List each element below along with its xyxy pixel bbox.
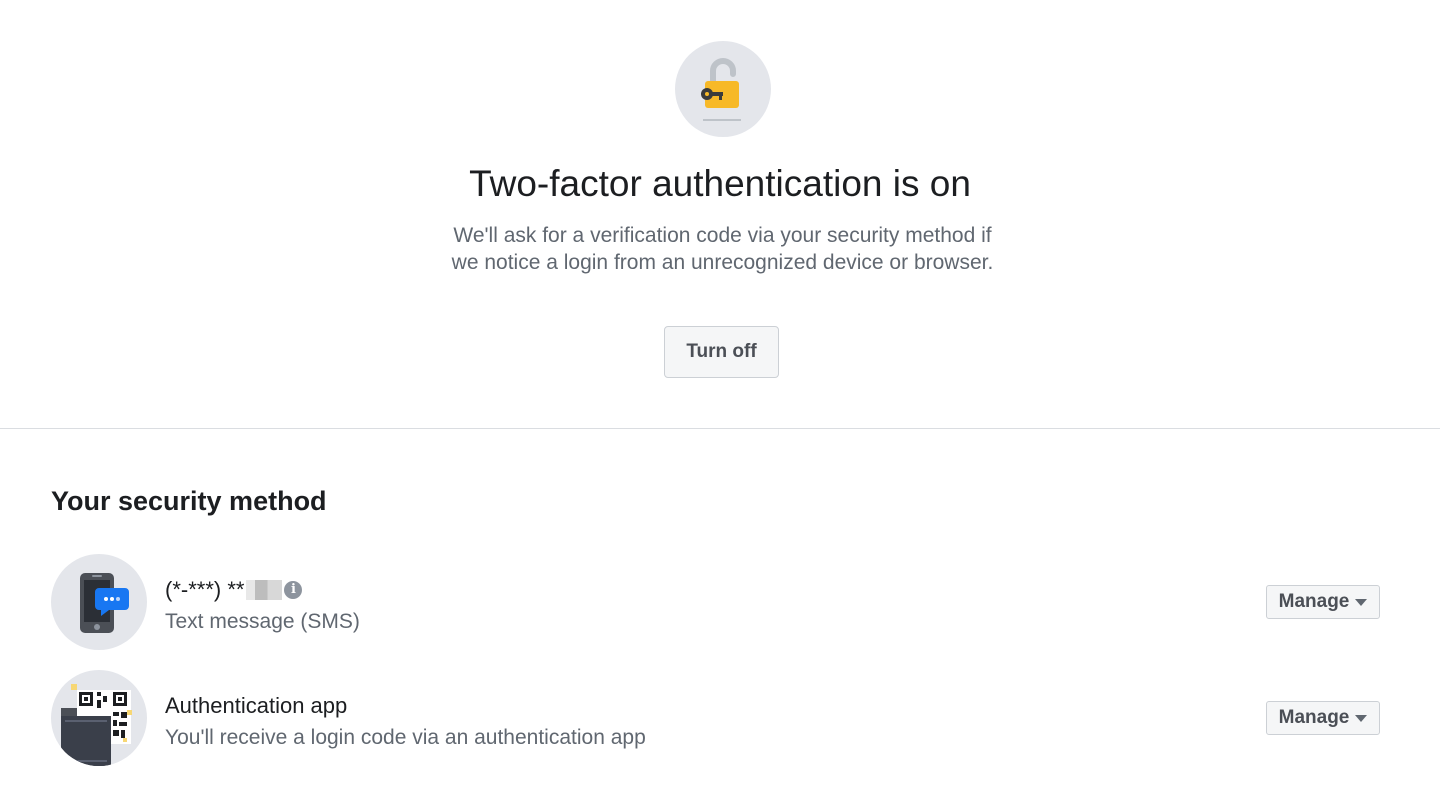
method-title: Authentication app (165, 693, 348, 718)
turn-off-button[interactable]: Turn off (664, 326, 779, 378)
security-method-auth-app: Authentication app You'll receive a logi… (0, 669, 1440, 769)
method-description: You'll receive a login code via an authe… (165, 726, 646, 749)
security-method-sms: (*-***) ** i Text message (SMS) Manage (0, 553, 1440, 653)
caret-down-icon (1355, 598, 1368, 606)
phone-sms-icon (51, 554, 147, 650)
manage-auth-app-button[interactable]: Manage (1266, 701, 1380, 735)
section-title: Your security method (51, 486, 327, 516)
unlocked-padlock-icon (675, 41, 771, 137)
manage-label: Manage (1278, 707, 1350, 728)
phone-number-text: (*-***) ** (165, 577, 245, 602)
section-divider (0, 428, 1440, 429)
caret-down-icon (1355, 714, 1368, 722)
manage-label: Manage (1278, 591, 1350, 612)
manage-sms-button[interactable]: Manage (1266, 585, 1380, 619)
method-type-label: Text message (SMS) (165, 610, 360, 633)
method-phone-number: (*-***) ** i (165, 575, 303, 605)
status-description: We'll ask for a verification code via yo… (451, 224, 994, 274)
qr-code-app-icon (51, 670, 147, 766)
redacted-phone-digits (246, 580, 283, 600)
info-icon[interactable]: i (284, 581, 303, 599)
two-factor-status-header: Two-factor authentication is on We'll as… (0, 0, 1440, 428)
page-title: Two-factor authentication is on (469, 163, 971, 204)
